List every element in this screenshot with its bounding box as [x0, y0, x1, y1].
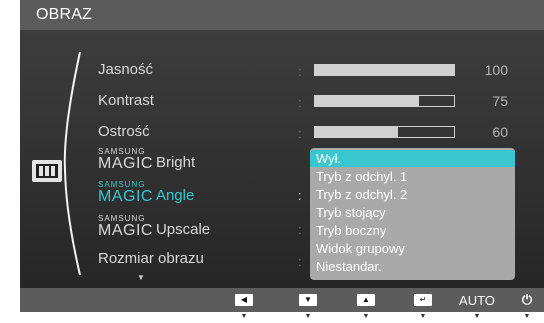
- up-button[interactable]: ▲: [348, 288, 384, 312]
- menu-item-label: Bright: [155, 154, 196, 171]
- separator: :: [298, 95, 302, 110]
- dropdown-option-standing[interactable]: Tryb stojący: [310, 204, 515, 221]
- contrast-value: 75: [492, 93, 508, 109]
- dropdown-option-lean-back-1[interactable]: Tryb z odchyl. 1: [310, 168, 515, 185]
- slider-fill: [315, 96, 420, 106]
- separator: :: [298, 188, 302, 203]
- menu-title: OBRAZ: [36, 6, 93, 23]
- separator: :: [298, 222, 302, 237]
- sharpness-slider[interactable]: [314, 126, 455, 138]
- sharpness-value: 60: [492, 124, 508, 140]
- menu-item-sharpness[interactable]: Ostrość: [98, 123, 150, 140]
- samsung-magic-logo: SAMSUNG MAGIC: [98, 147, 153, 172]
- osd-window: OBRAZ Jasność Kontrast Ostrość SAMSUNG M…: [0, 0, 544, 323]
- menu-item-magic-angle[interactable]: SAMSUNG MAGIC Angle: [98, 180, 195, 205]
- button-tick: ▼: [523, 313, 531, 320]
- menu-item-label: Jasność: [98, 61, 154, 78]
- menu-item-brightness[interactable]: Jasność: [98, 61, 153, 78]
- enter-icon: ↵: [419, 295, 427, 304]
- contrast-slider[interactable]: [314, 95, 455, 107]
- dropdown-option-lean-back-2[interactable]: Tryb z odchyl. 2: [310, 186, 515, 203]
- auto-button[interactable]: AUTO: [459, 288, 495, 312]
- brightness-value: 100: [484, 62, 508, 78]
- brightness-slider[interactable]: [314, 64, 455, 76]
- slider-fill: [315, 127, 399, 137]
- down-button[interactable]: ▼: [290, 288, 326, 312]
- left-button[interactable]: ◀: [226, 288, 262, 312]
- button-tick: ▼: [473, 313, 481, 320]
- menu-item-magic-bright[interactable]: SAMSUNG MAGIC Bright: [98, 147, 196, 172]
- dropdown-option-off[interactable]: Wył.: [310, 150, 515, 167]
- dropdown-option-custom[interactable]: Niestandar.: [310, 258, 515, 275]
- power-button[interactable]: ⏻: [509, 288, 544, 312]
- scroll-down-indicator: ▼: [137, 273, 145, 282]
- up-arrow-icon: ▲: [362, 295, 370, 304]
- auto-label: AUTO: [459, 292, 495, 308]
- menu-item-contrast[interactable]: Kontrast: [98, 92, 154, 109]
- menu-item-label: Ostrość: [98, 123, 150, 140]
- samsung-magic-logo: SAMSUNG MAGIC: [98, 214, 153, 239]
- menu-item-image-size[interactable]: Rozmiar obrazu: [98, 250, 204, 267]
- menu-item-magic-upscale[interactable]: SAMSUNG MAGIC Upscale: [98, 214, 211, 239]
- enter-button[interactable]: ↵: [405, 288, 441, 312]
- separator: :: [298, 254, 302, 269]
- menu-item-label: Kontrast: [98, 92, 154, 109]
- magic-angle-dropdown[interactable]: Wył. Tryb z odchyl. 1 Tryb z odchyl. 2 T…: [310, 148, 515, 280]
- samsung-magic-logo: SAMSUNG MAGIC: [98, 180, 153, 205]
- power-icon: ⏻: [521, 292, 533, 307]
- down-arrow-icon: ▼: [304, 295, 312, 304]
- separator: :: [298, 126, 302, 141]
- menu-item-label: Angle: [155, 187, 195, 204]
- button-tick: ▼: [240, 313, 248, 320]
- title-bar: OBRAZ: [20, 0, 544, 30]
- button-tick: ▼: [362, 313, 370, 320]
- dropdown-option-side[interactable]: Tryb boczny: [310, 222, 515, 239]
- menu-item-label: Rozmiar obrazu: [98, 250, 204, 267]
- left-arrow-icon: ◀: [240, 295, 248, 304]
- separator: :: [298, 64, 302, 79]
- dropdown-option-group-view[interactable]: Widok grupowy: [310, 240, 515, 257]
- menu-item-label: Upscale: [155, 221, 211, 238]
- button-tick: ▼: [419, 313, 427, 320]
- picture-category-icon[interactable]: [32, 160, 62, 182]
- slider-fill: [315, 65, 454, 75]
- button-tick: ▼: [304, 313, 312, 320]
